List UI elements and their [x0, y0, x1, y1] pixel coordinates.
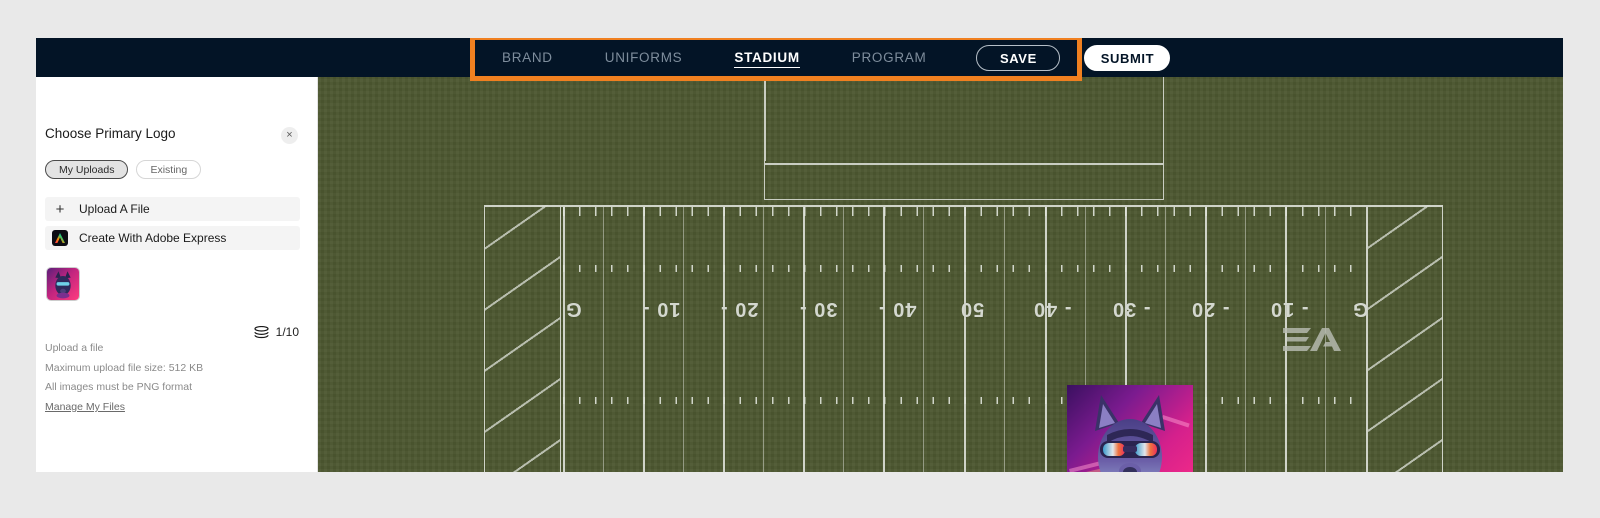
yardline-50: [964, 205, 966, 472]
hash-marks-upper: [563, 265, 1366, 272]
yard-number-40-left: 40 -: [878, 298, 917, 320]
yardline-40-right: [1045, 205, 1047, 472]
yardline-20-left: [723, 205, 725, 472]
yardline-minor-9: [1245, 205, 1247, 472]
yard-number-30-right: - 30: [1112, 298, 1151, 320]
yardline-40-left: [883, 205, 885, 472]
layers-icon: [254, 325, 269, 338]
yardline-minor-3: [763, 205, 765, 472]
tab-program[interactable]: PROGRAM: [826, 38, 953, 77]
ea-logo: [1283, 328, 1341, 351]
yardline-goal-left: [563, 205, 565, 472]
placed-primary-logo[interactable]: [1067, 385, 1193, 472]
nav-items: BRAND UNIFORMS STADIUM PROGRAM SAVE SUBM…: [476, 38, 1171, 77]
yard-number-g-left: G: [565, 298, 582, 320]
endzone-right-stripes: [1367, 205, 1442, 472]
endzone-left: [484, 205, 561, 472]
stadium-editor-app: BRAND UNIFORMS STADIUM PROGRAM SAVE SUBM…: [36, 38, 1563, 472]
yardline-minor-1: [603, 205, 605, 472]
yard-number-g-right: G: [1352, 298, 1369, 320]
meta-png-format: All images must be PNG format: [45, 381, 193, 393]
panel-title: Choose Primary Logo: [45, 126, 176, 141]
tab-stadium[interactable]: STADIUM: [708, 38, 825, 77]
yard-number-10-right: - 10: [1270, 298, 1309, 320]
yardline-10-left: [643, 205, 645, 472]
neon-wolf-thumbnail-art: [47, 268, 79, 300]
upload-a-file-label: Upload A File: [79, 202, 150, 216]
panel-tab-my-uploads[interactable]: My Uploads: [45, 160, 129, 179]
tab-brand[interactable]: BRAND: [476, 38, 579, 77]
endzone-right: [1366, 205, 1443, 472]
yardline-goal-right: [1366, 205, 1368, 472]
plus-icon: +: [55, 200, 65, 218]
yard-number-20-left: 20 -: [720, 298, 759, 320]
yardline-20-right: [1205, 205, 1207, 472]
yardline-minor-4: [843, 205, 845, 472]
endzone-left-stripes: [485, 205, 560, 472]
tab-uniforms[interactable]: UNIFORMS: [579, 38, 709, 77]
playing-surface: G 10 - 20 - 30 - 40 - 50 - 40 - 30 - 20 …: [484, 205, 1443, 472]
top-navigation-bar: BRAND UNIFORMS STADIUM PROGRAM SAVE SUBM…: [36, 38, 1563, 77]
panel-tab-group: My Uploads Existing: [45, 160, 202, 179]
upper-stand-divider: [764, 163, 1164, 165]
create-with-adobe-express-label: Create With Adobe Express: [79, 231, 227, 245]
yardline-minor-6: [1004, 205, 1006, 472]
meta-max-file-size: Maximum upload file size: 512 KB: [45, 362, 204, 374]
yardline-minor-2: [683, 205, 685, 472]
close-icon[interactable]: ×: [281, 127, 298, 144]
create-with-adobe-express-button[interactable]: Create With Adobe Express: [45, 226, 300, 250]
yardline-minor-5: [923, 205, 925, 472]
upload-a-file-button[interactable]: + Upload A File: [45, 197, 300, 221]
adobe-express-icon: [52, 230, 68, 246]
yard-number-10-left: 10 -: [642, 298, 681, 320]
yard-number-40-right: - 40: [1033, 298, 1072, 320]
stadium-field-canvas[interactable]: G 10 - 20 - 30 - 40 - 50 - 40 - 30 - 20 …: [318, 77, 1563, 472]
submit-button[interactable]: SUBMIT: [1084, 44, 1171, 71]
panel-tab-existing[interactable]: Existing: [136, 160, 202, 179]
yard-number-30-left: 30 -: [799, 298, 838, 320]
yard-number-20-right: - 20: [1191, 298, 1230, 320]
manage-my-files-link[interactable]: Manage My Files: [45, 401, 125, 413]
save-button[interactable]: SAVE: [976, 44, 1061, 71]
tick-marks-top: [563, 207, 1366, 216]
asset-counter: 1/10: [254, 325, 299, 339]
asset-counter-value: 1/10: [275, 325, 299, 339]
choose-primary-logo-panel: Choose Primary Logo × My Uploads Existin…: [36, 77, 318, 472]
uploaded-logo-thumbnail[interactable]: [46, 267, 80, 301]
upper-stand-outline: [764, 77, 1164, 200]
yard-number-50: 50: [960, 298, 985, 320]
upper-stand-stem: [764, 77, 766, 161]
hash-marks-lower: [563, 397, 1366, 404]
neon-wolf-logo-art: [1067, 385, 1193, 472]
yardline-30-left: [803, 205, 805, 472]
meta-upload-a-file: Upload a file: [45, 342, 104, 354]
